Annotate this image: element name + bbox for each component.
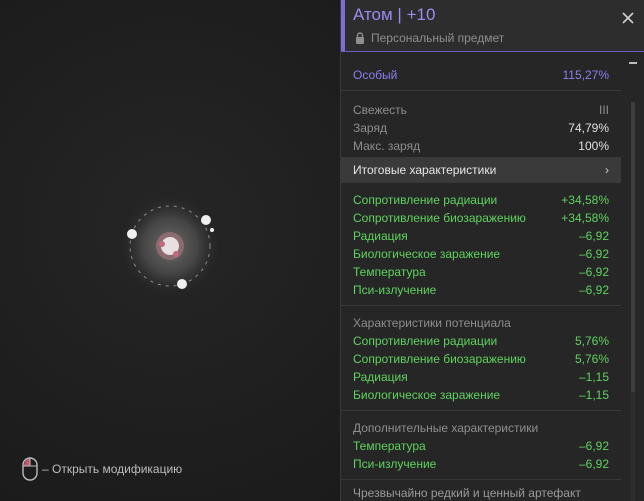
- summary-value: –6,92: [578, 247, 609, 261]
- mouse-icon: [22, 457, 38, 481]
- rarity-label: Особый: [353, 68, 398, 82]
- summary-row: Радиация –6,92: [341, 227, 621, 245]
- lock-icon: [356, 32, 364, 44]
- summary-label: Сопротивление биозаражению: [353, 211, 526, 225]
- potential-value: 5,76%: [574, 352, 609, 366]
- summary-value: +34,58%: [561, 211, 609, 225]
- rarity-row: Особый 115,27%: [341, 66, 621, 84]
- chevron-right-icon: ›: [605, 163, 609, 177]
- potential-label: Сопротивление радиации: [353, 334, 498, 348]
- item-info-panel: Атом | +10 Персональный предмет Особый 1…: [340, 0, 644, 501]
- app-root: – Открыть модификацию Атом | +10 Персона…: [0, 0, 644, 501]
- summary-label: Радиация: [353, 229, 408, 243]
- additional-label: Температура: [353, 439, 426, 453]
- artifact-image: [120, 196, 220, 296]
- summary-value: –6,92: [578, 265, 609, 279]
- hint-text: – Открыть модификацию: [42, 462, 183, 476]
- item-description: Чрезвычайно редкий и ценный артефакт: [353, 486, 581, 500]
- rarity-value: 115,27%: [562, 68, 609, 82]
- scrollbar[interactable]: [623, 52, 643, 501]
- additional-value: –6,92: [578, 457, 609, 471]
- potential-section: Характеристики потенциала Сопротивление …: [341, 306, 621, 411]
- scroll-thumb[interactable]: [631, 102, 635, 392]
- scroll-track[interactable]: [631, 102, 635, 501]
- stat-label: Макс. заряд: [353, 139, 421, 153]
- summary-button-label: Итоговые характеристики: [353, 163, 497, 177]
- summary-label: Пси-излучение: [353, 283, 437, 297]
- potential-title: Характеристики потенциала: [353, 316, 511, 330]
- additional-row: Температура –6,92: [341, 437, 621, 455]
- item-subtitle: Персональный предмет: [355, 31, 504, 45]
- stat-label: Свежесть: [353, 103, 407, 117]
- summary-label: Температура: [353, 265, 426, 279]
- basic-stats-section: Свежесть III Заряд 74,79% Макс. заряд 10…: [341, 91, 621, 157]
- potential-row: Биологическое заражение –1,15: [341, 386, 621, 404]
- potential-value: –1,15: [578, 370, 609, 384]
- close-icon[interactable]: [621, 11, 635, 25]
- additional-row: Пси-излучение –6,92: [341, 455, 621, 473]
- summary-row: Температура –6,92: [341, 263, 621, 281]
- stat-label: Заряд: [353, 121, 387, 135]
- stat-row-freshness: Свежесть III: [341, 101, 621, 119]
- open-modification-hint: – Открыть модификацию: [22, 456, 182, 482]
- summary-value: –6,92: [578, 283, 609, 297]
- summary-row: Сопротивление радиации +34,58%: [341, 191, 621, 209]
- potential-row: Сопротивление биозаражению 5,76%: [341, 350, 621, 368]
- item-preview-area[interactable]: – Открыть модификацию: [0, 0, 340, 501]
- stat-value: III: [598, 103, 609, 117]
- stat-value: 74,79%: [568, 121, 609, 135]
- header-accent-bar: [341, 0, 345, 51]
- summary-row: Биологическое заражение –6,92: [341, 245, 621, 263]
- potential-row: Сопротивление радиации 5,76%: [341, 332, 621, 350]
- stats-scroll-area[interactable]: Особый 115,27% Свежесть III Заряд 74,79%…: [341, 52, 621, 501]
- scroll-up-icon[interactable]: [629, 62, 637, 64]
- summary-label: Биологическое заражение: [353, 247, 501, 261]
- item-title: Атом | +10: [353, 5, 436, 24]
- summary-value: –6,92: [578, 229, 609, 243]
- potential-label: Радиация: [353, 370, 408, 384]
- summary-label: Сопротивление радиации: [353, 193, 498, 207]
- summary-row: Пси-излучение –6,92: [341, 281, 621, 299]
- panel-header: Атом | +10 Персональный предмет: [341, 0, 644, 52]
- summary-stats-button[interactable]: Итоговые характеристики ›: [341, 157, 621, 183]
- rarity-section: Особый 115,27%: [341, 52, 621, 91]
- stat-row-max-charge: Макс. заряд 100%: [341, 137, 621, 155]
- potential-label: Сопротивление биозаражению: [353, 352, 526, 366]
- potential-row: Радиация –1,15: [341, 368, 621, 386]
- potential-label: Биологическое заражение: [353, 388, 501, 402]
- stat-row-charge: Заряд 74,79%: [341, 119, 621, 137]
- additional-title: Дополнительные характеристики: [353, 421, 539, 435]
- additional-label: Пси-излучение: [353, 457, 437, 471]
- summary-value: +34,58%: [561, 193, 609, 207]
- subtitle-text: Персональный предмет: [371, 31, 505, 45]
- summary-section: Сопротивление радиации +34,58% Сопротивл…: [341, 183, 621, 306]
- stat-value: 100%: [578, 139, 609, 153]
- potential-value: –1,15: [578, 388, 609, 402]
- additional-section: Дополнительные характеристики Температур…: [341, 411, 621, 480]
- potential-value: 5,76%: [574, 334, 609, 348]
- summary-row: Сопротивление биозаражению +34,58%: [341, 209, 621, 227]
- additional-value: –6,92: [578, 439, 609, 453]
